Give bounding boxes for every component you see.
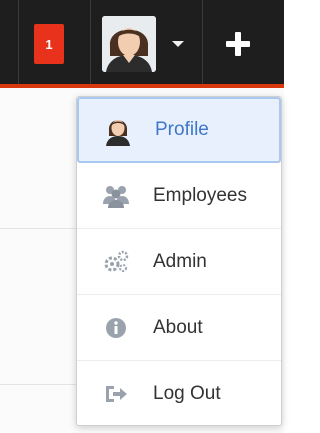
chevron-down-icon[interactable] (172, 41, 184, 47)
menu-item-logout[interactable]: Log Out (77, 361, 281, 425)
menu-item-label: Log Out (153, 383, 221, 404)
top-navigation-bar: 1 (0, 0, 284, 88)
menu-item-admin[interactable]: Admin (77, 229, 281, 295)
divider (0, 384, 84, 385)
menu-item-profile[interactable]: Profile (77, 97, 281, 163)
menu-item-label: About (153, 316, 203, 338)
nav-divider (202, 0, 203, 84)
person-icon (103, 115, 133, 146)
info-icon (101, 313, 131, 343)
user-dropdown-menu: Profile Employees Admin About Log Out (76, 96, 282, 426)
nav-divider (90, 0, 91, 84)
avatar-photo (102, 16, 156, 72)
nav-divider (18, 0, 19, 84)
gears-icon (101, 247, 131, 277)
logout-icon (101, 379, 131, 409)
divider (0, 228, 84, 229)
notification-badge[interactable]: 1 (34, 24, 64, 64)
add-button[interactable] (222, 28, 254, 60)
user-menu-trigger[interactable] (102, 16, 192, 72)
menu-item-label: Employees (153, 184, 247, 206)
menu-item-employees[interactable]: Employees (77, 163, 281, 229)
menu-item-label: Profile (155, 119, 209, 140)
menu-item-label: Admin (153, 250, 207, 272)
avatar[interactable] (102, 16, 156, 72)
menu-item-about[interactable]: About (77, 295, 281, 361)
group-icon (101, 181, 131, 211)
app-frame: 1 Profile Employees Admin About Log Out (0, 0, 284, 433)
